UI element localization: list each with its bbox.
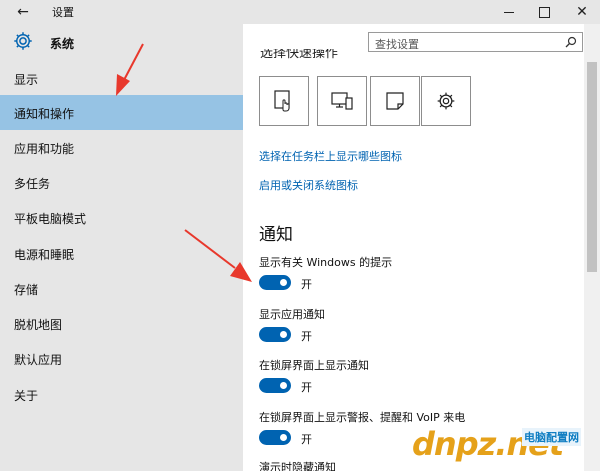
lockscreen-notifications-toggle[interactable] xyxy=(259,378,291,393)
app-notifications-label: 显示应用通知 xyxy=(259,308,325,321)
toggle-state-label: 开 xyxy=(301,381,312,394)
sidebar-item-label: 多任务 xyxy=(14,177,51,191)
windows-tips-label: 显示有关 Windows 的提示 xyxy=(259,256,393,269)
watermark-tagline: 电脑配置网 xyxy=(522,428,581,446)
sidebar-item-offline-maps[interactable]: 脱机地图 xyxy=(0,306,243,341)
toggle-state-label: 开 xyxy=(301,278,312,291)
hide-notifications-label: 演示时隐藏通知 xyxy=(259,461,336,471)
minimize-button[interactable] xyxy=(489,0,529,24)
scrollbar-thumb[interactable] xyxy=(587,62,597,272)
quick-action-tablet-mode[interactable] xyxy=(259,76,309,126)
quick-actions-heading: 选择快速操作 xyxy=(260,49,339,61)
app-notifications-toggle[interactable] xyxy=(259,327,291,342)
toggle-knob xyxy=(280,434,287,441)
search-icon[interactable] xyxy=(565,36,577,48)
toggle-state-label: 开 xyxy=(301,433,312,446)
sidebar-item-apps[interactable]: 应用和功能 xyxy=(0,130,243,165)
quick-action-settings[interactable] xyxy=(421,76,471,126)
sidebar-item-label: 应用和功能 xyxy=(14,142,75,156)
sidebar: 系统 显示 通知和操作 应用和功能 多任务 平板电脑模式 电源和睡眠 存储 脱机… xyxy=(0,24,243,471)
sidebar-item-storage[interactable]: 存储 xyxy=(0,271,243,306)
lockscreen-alarms-toggle[interactable] xyxy=(259,430,291,445)
windows-tips-toggle[interactable] xyxy=(259,275,291,290)
sidebar-item-about[interactable]: 关于 xyxy=(0,377,243,412)
settings-gear-icon xyxy=(437,92,455,110)
sidebar-item-notifications[interactable]: 通知和操作 xyxy=(0,95,243,130)
sidebar-title: 系统 xyxy=(50,37,75,51)
content-pane: 查找设置 选择快速操作 选择在任务栏上显示哪些图标 启用或关闭系统图标 通知 显… xyxy=(243,24,584,471)
sidebar-item-label: 电源和睡眠 xyxy=(14,248,75,262)
toggle-state-label: 开 xyxy=(301,330,312,343)
maximize-icon xyxy=(538,6,550,18)
toggle-knob xyxy=(280,382,287,389)
toggle-knob xyxy=(280,331,287,338)
close-icon: ✕ xyxy=(576,4,588,20)
sidebar-item-label: 存储 xyxy=(14,283,39,297)
quick-action-connect[interactable] xyxy=(317,76,367,126)
sidebar-item-label: 关于 xyxy=(14,389,39,403)
sidebar-item-default-apps[interactable]: 默认应用 xyxy=(0,341,243,376)
sidebar-item-label: 平板电脑模式 xyxy=(14,212,87,226)
search-input[interactable]: 查找设置 xyxy=(368,32,583,52)
search-placeholder: 查找设置 xyxy=(375,38,419,51)
sidebar-item-label: 默认应用 xyxy=(14,353,63,367)
watermark: dnpz.net 电脑配置网 xyxy=(410,419,600,471)
sidebar-item-label: 显示 xyxy=(14,73,39,87)
sidebar-item-tablet-mode[interactable]: 平板电脑模式 xyxy=(0,200,243,235)
gear-icon xyxy=(14,32,32,50)
tablet-mode-icon xyxy=(274,90,290,112)
notifications-heading: 通知 xyxy=(259,225,293,245)
lockscreen-notifications-label: 在锁屏界面上显示通知 xyxy=(259,359,369,372)
sidebar-item-power[interactable]: 电源和睡眠 xyxy=(0,236,243,271)
sidebar-item-label: 脱机地图 xyxy=(14,318,63,332)
taskbar-icons-link[interactable]: 选择在任务栏上显示哪些图标 xyxy=(259,148,402,164)
sidebar-item-label: 通知和操作 xyxy=(14,107,75,121)
title-bar: ← 设置 ✕ xyxy=(0,0,600,24)
maximize-button[interactable] xyxy=(524,0,564,24)
toggle-knob xyxy=(280,279,287,286)
quick-action-note[interactable] xyxy=(370,76,420,126)
back-arrow-icon[interactable]: ← xyxy=(14,2,32,22)
close-button[interactable]: ✕ xyxy=(562,0,600,24)
scrollbar[interactable] xyxy=(584,24,600,471)
sidebar-item-display[interactable]: 显示 xyxy=(0,61,243,96)
note-icon xyxy=(386,92,404,110)
minimize-icon xyxy=(504,11,514,13)
system-icons-link[interactable]: 启用或关闭系统图标 xyxy=(259,177,358,193)
window-title: 设置 xyxy=(52,6,74,19)
connect-display-icon xyxy=(331,92,353,110)
sidebar-header: 系统 xyxy=(0,24,243,61)
sidebar-item-multitasking[interactable]: 多任务 xyxy=(0,165,243,200)
